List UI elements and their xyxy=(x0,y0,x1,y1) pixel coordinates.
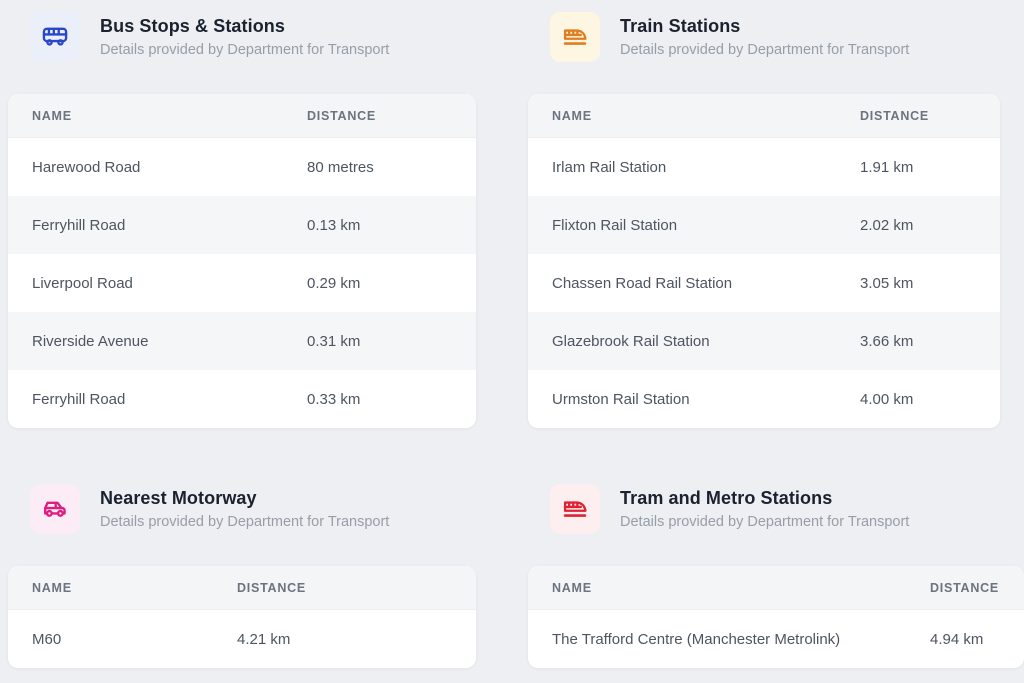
bus-stops-table: NAME DISTANCE Harewood Road 80 metres Fe… xyxy=(8,94,476,428)
section-tram-metro: Tram and Metro Stations Details provided… xyxy=(528,480,1024,668)
station-name: Chassen Road Rail Station xyxy=(552,274,733,292)
tram-stop-name: The Trafford Centre (Manchester Metrolin… xyxy=(552,630,841,648)
section-subtitle: Details provided by Department for Trans… xyxy=(100,41,390,58)
station-name: Irlam Rail Station xyxy=(552,158,667,176)
table-row: Harewood Road 80 metres xyxy=(8,138,476,196)
tram-section-titles: Tram and Metro Stations Details provided… xyxy=(620,487,909,531)
section-train-stations: Train Stations Details provided by Depar… xyxy=(528,8,1024,428)
tram-section-header: Tram and Metro Stations Details provided… xyxy=(550,480,1024,538)
section-subtitle: Details provided by Department for Trans… xyxy=(100,513,390,530)
column-header-name: NAME xyxy=(32,108,72,123)
table-row: Ferryhill Road 0.13 km xyxy=(8,196,476,254)
table-row: Ferryhill Road 0.33 km xyxy=(8,370,476,428)
table-row: Irlam Rail Station 1.91 km xyxy=(528,138,1000,196)
section-nearest-motorway: Nearest Motorway Details provided by Dep… xyxy=(8,480,476,668)
motorway-name: M60 xyxy=(32,630,62,648)
transport-details-page: Bus Stops & Stations Details provided by… xyxy=(0,0,1024,668)
stop-name: Riverside Avenue xyxy=(32,332,149,350)
table-row: Flixton Rail Station 2.02 km xyxy=(528,196,1000,254)
table-header-row: NAME DISTANCE xyxy=(528,566,1024,610)
bus-section-titles: Bus Stops & Stations Details provided by… xyxy=(100,15,389,59)
station-name: Glazebrook Rail Station xyxy=(552,332,710,350)
station-distance: 3.66 km xyxy=(860,332,914,350)
table-row: M60 4.21 km xyxy=(8,610,476,668)
table-row: Urmston Rail Station 4.00 km xyxy=(528,370,1000,428)
column-header-distance: DISTANCE xyxy=(307,108,376,123)
column-header-name: NAME xyxy=(32,580,72,595)
stop-distance: 80 metres xyxy=(307,158,374,176)
station-name: Urmston Rail Station xyxy=(552,390,690,408)
motorway-distance: 4.21 km xyxy=(237,630,291,648)
motorway-section-titles: Nearest Motorway Details provided by Dep… xyxy=(100,487,389,531)
train-icon xyxy=(550,12,600,62)
column-header-distance: DISTANCE xyxy=(237,580,306,595)
stop-name: Ferryhill Road xyxy=(32,390,126,408)
station-distance: 3.05 km xyxy=(860,274,914,292)
tram-icon xyxy=(550,484,600,534)
table-header-row: NAME DISTANCE xyxy=(528,94,1000,138)
section-bus-stops: Bus Stops & Stations Details provided by… xyxy=(8,8,476,428)
section-title: Bus Stops & Stations xyxy=(100,16,286,37)
bus-icon xyxy=(30,12,80,62)
tram-stop-distance: 4.94 km xyxy=(930,630,984,648)
motorway-table: NAME DISTANCE M60 4.21 km xyxy=(8,566,476,668)
table-row: Liverpool Road 0.29 km xyxy=(8,254,476,312)
train-section-header: Train Stations Details provided by Depar… xyxy=(550,8,1024,66)
table-header-row: NAME DISTANCE xyxy=(8,566,476,610)
station-distance: 2.02 km xyxy=(860,216,914,234)
stop-distance: 0.31 km xyxy=(307,332,361,350)
section-title: Train Stations xyxy=(620,16,741,37)
table-header-row: NAME DISTANCE xyxy=(8,94,476,138)
car-icon xyxy=(30,484,80,534)
column-header-name: NAME xyxy=(552,580,592,595)
column-header-name: NAME xyxy=(552,108,592,123)
sections-grid: Bus Stops & Stations Details provided by… xyxy=(8,8,1024,668)
section-title: Nearest Motorway xyxy=(100,488,257,509)
section-title: Tram and Metro Stations xyxy=(620,488,833,509)
motorway-section-header: Nearest Motorway Details provided by Dep… xyxy=(30,480,476,538)
table-row: Chassen Road Rail Station 3.05 km xyxy=(528,254,1000,312)
stop-distance: 0.33 km xyxy=(307,390,361,408)
stop-name: Liverpool Road xyxy=(32,274,133,292)
column-header-distance: DISTANCE xyxy=(930,580,999,595)
station-distance: 1.91 km xyxy=(860,158,914,176)
station-distance: 4.00 km xyxy=(860,390,914,408)
stop-name: Ferryhill Road xyxy=(32,216,126,234)
tram-metro-table: NAME DISTANCE The Trafford Centre (Manch… xyxy=(528,566,1024,668)
column-header-distance: DISTANCE xyxy=(860,108,929,123)
table-row: The Trafford Centre (Manchester Metrolin… xyxy=(528,610,1024,668)
stop-name: Harewood Road xyxy=(32,158,141,176)
stop-distance: 0.13 km xyxy=(307,216,361,234)
train-section-titles: Train Stations Details provided by Depar… xyxy=(620,15,909,59)
section-subtitle: Details provided by Department for Trans… xyxy=(620,513,910,530)
table-row: Glazebrook Rail Station 3.66 km xyxy=(528,312,1000,370)
table-row: Riverside Avenue 0.31 km xyxy=(8,312,476,370)
bus-section-header: Bus Stops & Stations Details provided by… xyxy=(30,8,476,66)
station-name: Flixton Rail Station xyxy=(552,216,678,234)
section-subtitle: Details provided by Department for Trans… xyxy=(620,41,910,58)
train-stations-table: NAME DISTANCE Irlam Rail Station 1.91 km… xyxy=(528,94,1000,428)
stop-distance: 0.29 km xyxy=(307,274,361,292)
